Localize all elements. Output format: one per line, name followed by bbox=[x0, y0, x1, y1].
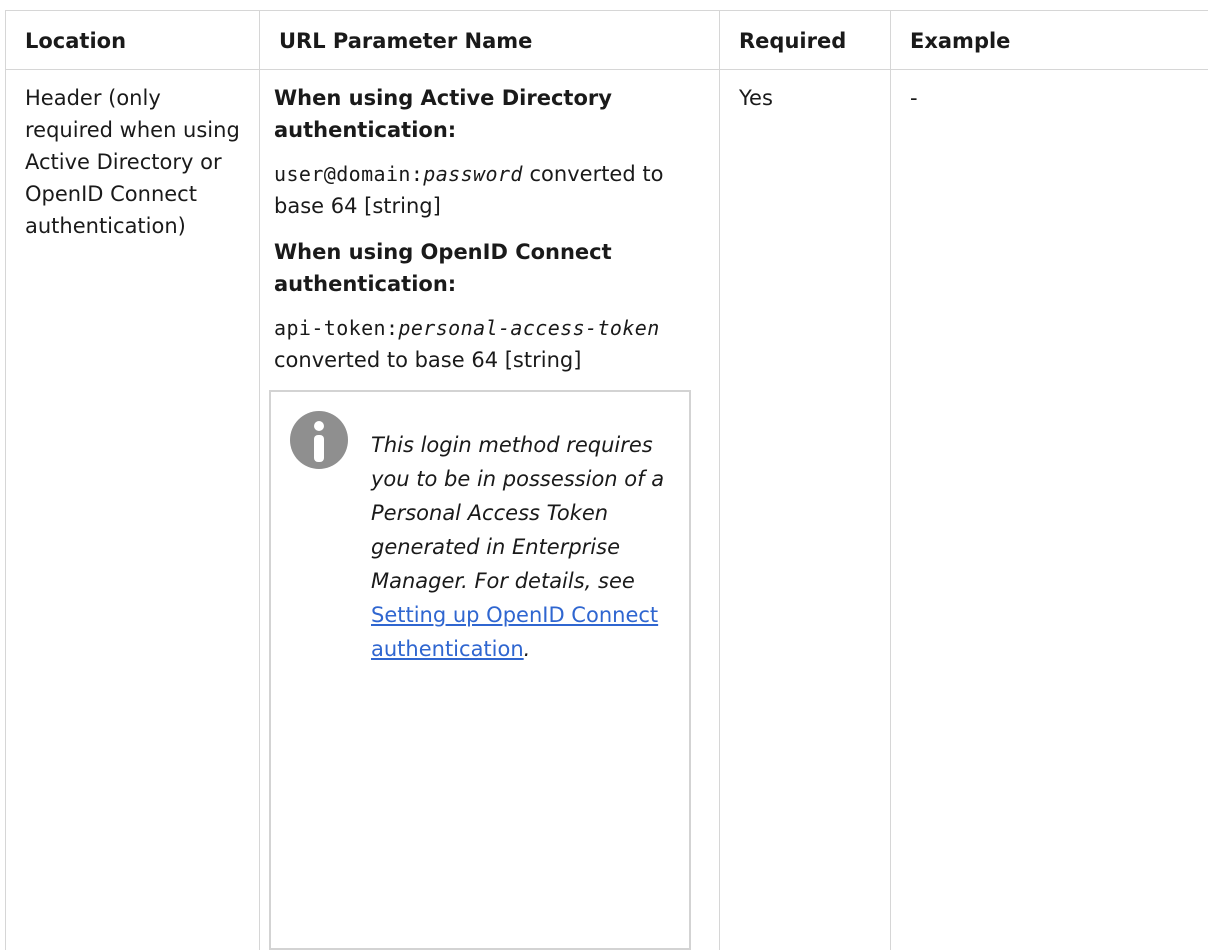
cell-location: Header (only required when using Active … bbox=[6, 70, 260, 950]
header-required: Required bbox=[720, 11, 891, 70]
oidc-code-prefix: api-token: bbox=[274, 316, 398, 340]
oidc-description: api-token:personal-access-token converte… bbox=[274, 312, 709, 376]
info-icon bbox=[289, 410, 349, 470]
note-end: . bbox=[524, 637, 531, 661]
ad-code-variable: password bbox=[423, 162, 523, 186]
header-url-parameter-name: URL Parameter Name bbox=[260, 11, 720, 70]
ad-code: user@domain:password bbox=[274, 162, 523, 186]
ad-description: user@domain:password converted to base 6… bbox=[274, 158, 709, 222]
ad-code-prefix: user@domain: bbox=[274, 162, 423, 186]
parameters-table: Location URL Parameter Name Required Exa… bbox=[5, 10, 1208, 950]
setting-up-openid-link[interactable]: Setting up OpenID Connect authentication bbox=[371, 603, 658, 661]
cell-example: - bbox=[891, 70, 1208, 950]
oidc-suffix: converted to base 64 [string] bbox=[274, 348, 581, 372]
oidc-code-variable: personal-access-token bbox=[398, 316, 659, 340]
cell-url-parameter-name: When using Active Directory authenticati… bbox=[260, 70, 720, 950]
ad-heading: When using Active Directory authenticati… bbox=[274, 82, 709, 146]
table-row: Header (only required when using Active … bbox=[6, 70, 1208, 950]
info-note: This login method requires you to be in … bbox=[269, 390, 691, 950]
header-location: Location bbox=[6, 11, 260, 70]
cell-required: Yes bbox=[720, 70, 891, 950]
oidc-heading: When using OpenID Connect authentication… bbox=[274, 236, 709, 300]
note-text: This login method requires you to be in … bbox=[371, 433, 664, 593]
oidc-code: api-token:personal-access-token bbox=[274, 316, 660, 340]
table-header-row: Location URL Parameter Name Required Exa… bbox=[6, 11, 1208, 70]
header-example: Example bbox=[891, 11, 1208, 70]
